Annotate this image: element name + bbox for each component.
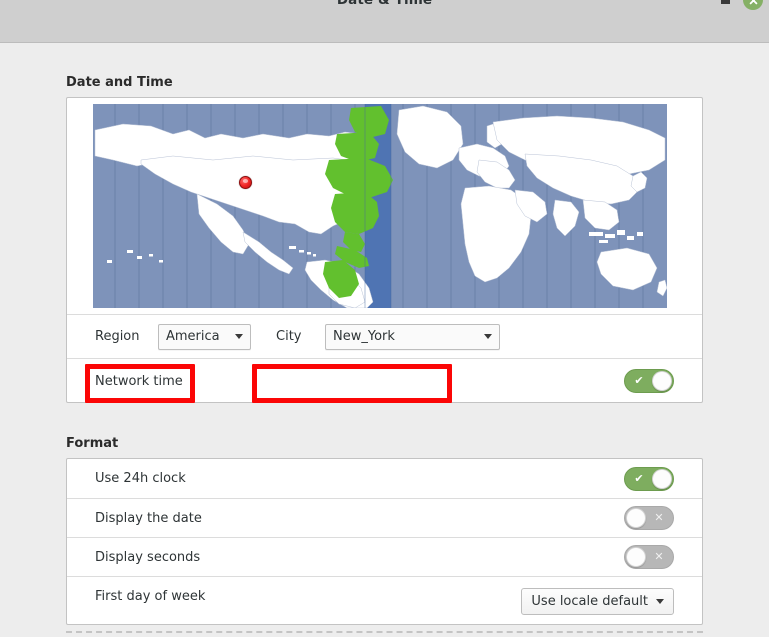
format-panel: Use 24h clock ✔ Display the date ✕ Displ… (66, 458, 703, 625)
first-day-of-week-label: First day of week (95, 589, 206, 604)
date-and-time-panel: Region America City New_York Network tim… (66, 97, 703, 403)
row-first-day-of-week: First day of week Use locale default (67, 576, 702, 624)
minimize-icon[interactable] (721, 0, 731, 6)
city-dropdown[interactable]: New_York (325, 323, 500, 350)
toggle-check-icon: ✔ (634, 374, 644, 387)
chevron-down-icon (484, 334, 492, 339)
first-day-of-week-value: Use locale default (531, 594, 648, 609)
timezone-map[interactable] (93, 104, 667, 308)
toggle-cross-icon: ✕ (654, 511, 664, 524)
first-day-of-week-dropdown[interactable]: Use locale default (521, 588, 674, 615)
use-24h-clock-label: Use 24h clock (95, 471, 186, 486)
section-title-format: Format (66, 436, 119, 451)
chevron-down-icon (235, 334, 243, 339)
network-time-row: Network time ✔ (67, 358, 702, 403)
row-display-seconds: Display seconds ✕ (67, 537, 702, 576)
location-marker (239, 176, 252, 189)
display-seconds-toggle[interactable]: ✕ (624, 545, 674, 569)
display-the-date-toggle[interactable]: ✕ (624, 506, 674, 530)
close-icon[interactable] (743, 0, 763, 10)
toggle-cross-icon: ✕ (654, 550, 664, 563)
toggle-knob (626, 547, 646, 567)
window-title: Date & Time (336, 0, 433, 8)
settings-content: Date and Time Region America City New_Yo… (0, 43, 769, 637)
use-24h-clock-toggle[interactable]: ✔ (624, 466, 674, 491)
chevron-down-icon (656, 599, 664, 604)
toggle-knob (626, 508, 646, 528)
display-the-date-label: Display the date (95, 511, 202, 526)
network-time-label: Network time (95, 373, 183, 389)
bottom-divider (66, 631, 703, 634)
city-label: City (276, 329, 302, 344)
toggle-knob (652, 468, 672, 489)
display-seconds-label: Display seconds (95, 550, 201, 565)
row-use-24h-clock: Use 24h clock ✔ (67, 459, 702, 498)
row-display-the-date: Display the date ✕ (67, 498, 702, 537)
toggle-check-icon: ✔ (634, 471, 644, 485)
city-value: New_York (333, 329, 395, 344)
region-value: America (166, 329, 220, 344)
region-label: Region (95, 329, 140, 344)
toggle-knob (652, 371, 672, 391)
region-city-row: Region America City New_York (67, 314, 702, 358)
network-time-toggle[interactable]: ✔ (624, 369, 674, 393)
region-dropdown[interactable]: America (158, 323, 251, 350)
window-header: Date & Time (0, 0, 769, 43)
section-title-date-and-time: Date and Time (66, 75, 173, 90)
